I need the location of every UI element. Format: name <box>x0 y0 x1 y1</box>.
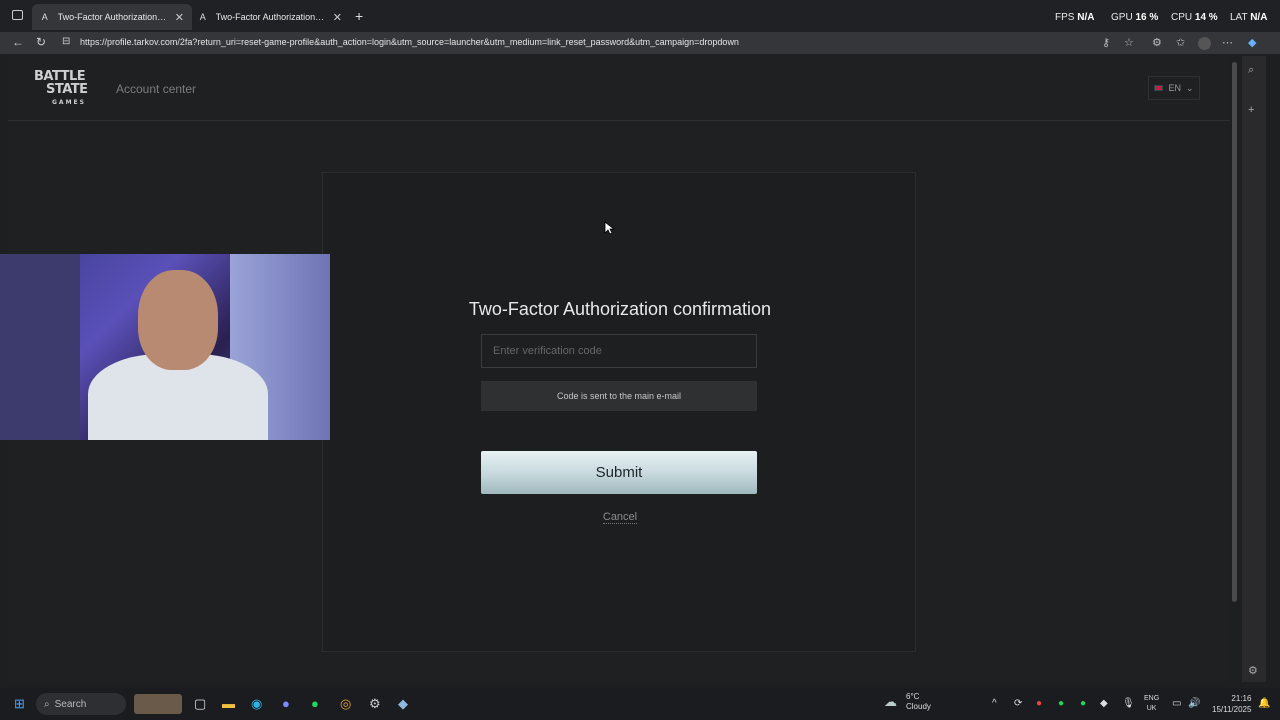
tab-2fa-1[interactable]: A Two-Factor Authorization confirm ✕ <box>32 4 192 30</box>
battlestate-logo[interactable]: BATTLE STATE GAMES <box>34 70 102 106</box>
header-divider <box>8 120 1230 121</box>
clock-time: 21:16 <box>1231 694 1252 703</box>
reload-icon[interactable]: ↻ <box>36 35 46 49</box>
search-icon[interactable]: ⌕ <box>1248 64 1254 77</box>
new-tab-icon[interactable]: + <box>355 8 363 24</box>
lat-value: N/A <box>1250 12 1268 23</box>
lat-readout: LAT N/A <box>1230 12 1267 23</box>
search-icon: ⌕ <box>44 698 50 710</box>
discord-icon[interactable]: ● <box>282 696 290 711</box>
windows-taskbar: ⊞ ⌕ Search ▢ ▬ ◉ ● ● ◎ ⚙ ◆ ☁ 6°C Cloudy … <box>0 688 1280 720</box>
spotify-icon[interactable]: ● <box>311 696 319 711</box>
taskbar-search[interactable]: ⌕ Search <box>36 693 126 715</box>
tray-spotify-icon[interactable]: ● <box>1058 698 1064 709</box>
app-icon[interactable]: ⚙ <box>369 696 381 712</box>
page-scrollbar[interactable] <box>1232 62 1237 602</box>
uk-flag-icon <box>1154 85 1164 91</box>
task-view-icon[interactable]: ▢ <box>194 696 206 712</box>
2fa-panel: Two-Factor Authorization confirmation En… <box>322 172 916 652</box>
site-info-icon[interactable]: ⊟ <box>62 36 70 47</box>
search-label: Search <box>54 698 87 710</box>
url-field[interactable]: https://profile.tarkov.com/2fa?return_ur… <box>80 37 739 47</box>
page-title: Two-Factor Authorization confirmation <box>468 299 772 319</box>
address-bar: ← ↻ ⊟ https://profile.tarkov.com/2fa?ret… <box>0 32 1280 54</box>
fps-readout: FPS N/A <box>1055 12 1094 23</box>
settings-gear-icon[interactable]: ⚙ <box>1248 664 1258 677</box>
tray-steam-icon[interactable]: ◆ <box>1100 698 1108 709</box>
edge-browser-icon[interactable]: ◉ <box>251 696 262 712</box>
cpu-readout: CPU 14 % <box>1171 12 1218 23</box>
weather-widget[interactable]: 6°C Cloudy <box>906 692 931 712</box>
tray-icon-2[interactable]: ● <box>1036 698 1042 709</box>
microphone-icon[interactable]: 🎙 <box>1122 698 1135 709</box>
chevron-up-icon[interactable]: ^ <box>992 698 997 709</box>
logo-text-bottom: GAMES <box>52 99 86 106</box>
tab-favicon-icon: A <box>199 12 206 22</box>
chevron-down-icon: ⌄ <box>1185 82 1194 93</box>
tab-favicon-icon: A <box>41 12 48 22</box>
steam-icon[interactable]: ◆ <box>398 696 408 712</box>
windows-start-icon[interactable]: ⊞ <box>14 696 25 712</box>
streamer-head <box>138 270 218 370</box>
mouse-cursor-icon <box>604 221 614 235</box>
webcam-overlay <box>0 254 330 440</box>
tab-actions-icon[interactable] <box>12 10 23 20</box>
favorites-icon[interactable]: ✩ <box>1176 36 1185 49</box>
verification-code-input[interactable]: Enter verification code <box>481 334 757 368</box>
logo-text-mid: STATE <box>46 82 88 97</box>
close-tab-icon[interactable]: ✕ <box>175 11 184 24</box>
fps-value: N/A <box>1077 12 1095 23</box>
profile-avatar[interactable] <box>1198 37 1211 50</box>
search-highlight-icon[interactable] <box>134 694 182 714</box>
browser-sidebar <box>1242 56 1266 682</box>
code-sent-notice: Code is sent to the main e-mail <box>481 381 757 411</box>
gpu-readout: GPU 16 % <box>1111 12 1158 23</box>
favorite-star-icon[interactable]: ☆ <box>1124 36 1134 49</box>
file-explorer-icon[interactable]: ▬ <box>222 696 235 711</box>
account-center-link[interactable]: Account center <box>116 82 196 96</box>
cpu-label: CPU <box>1171 12 1193 23</box>
volume-icon[interactable]: 🔊 <box>1188 698 1200 709</box>
password-key-icon[interactable]: ⚷ <box>1102 36 1110 49</box>
back-icon[interactable]: ← <box>12 35 24 49</box>
browser-titlebar: A Two-Factor Authorization confirm ✕ A T… <box>0 0 1280 32</box>
network-icon[interactable]: ▭ <box>1172 698 1181 709</box>
close-tab-icon[interactable]: ✕ <box>333 11 342 24</box>
temperature: 6°C <box>906 692 920 701</box>
weather-condition: Cloudy <box>906 702 931 711</box>
more-menu-icon[interactable]: ⋯ <box>1222 36 1233 49</box>
input-language[interactable]: ENG UK <box>1144 694 1159 714</box>
cancel-link[interactable]: Cancel <box>602 511 638 524</box>
tray-icon-3[interactable]: ● <box>1080 698 1086 709</box>
lat-label: LAT <box>1230 12 1248 23</box>
verification-code-placeholder: Enter verification code <box>493 345 602 357</box>
copilot-icon[interactable]: ◆ <box>1248 36 1256 49</box>
system-clock[interactable]: 21:16 15/11/2025 <box>1212 693 1251 715</box>
chrome-icon[interactable]: ◎ <box>340 696 351 712</box>
submit-button[interactable]: Submit <box>481 451 757 494</box>
lang-bottom: UK <box>1146 705 1157 712</box>
tab-title: Two-Factor Authorization confirm <box>57 12 167 22</box>
tray-icon-1[interactable]: ⟳ <box>1014 698 1022 709</box>
extensions-icon[interactable]: ⚙ <box>1152 36 1162 49</box>
fps-label: FPS <box>1055 12 1075 23</box>
notifications-icon[interactable]: 🔔 <box>1258 698 1270 709</box>
language-label: EN <box>1168 83 1181 93</box>
tab-title: Two-Factor Authorization confirm <box>215 12 325 22</box>
clock-date: 15/11/2025 <box>1212 705 1252 714</box>
lang-top: ENG <box>1144 695 1160 702</box>
language-selector[interactable]: EN ⌄ <box>1148 76 1200 100</box>
cancel-link-wrap: Cancel <box>323 511 917 524</box>
gpu-label: GPU <box>1111 12 1133 23</box>
cpu-value: 14 % <box>1194 12 1218 23</box>
tab-2fa-2[interactable]: A Two-Factor Authorization confirm ✕ <box>190 4 350 30</box>
add-sidebar-icon[interactable]: + <box>1248 104 1254 116</box>
shelf-background <box>0 254 80 440</box>
gpu-value: 16 % <box>1135 12 1159 23</box>
cloudy-weather-icon[interactable]: ☁ <box>884 694 897 710</box>
